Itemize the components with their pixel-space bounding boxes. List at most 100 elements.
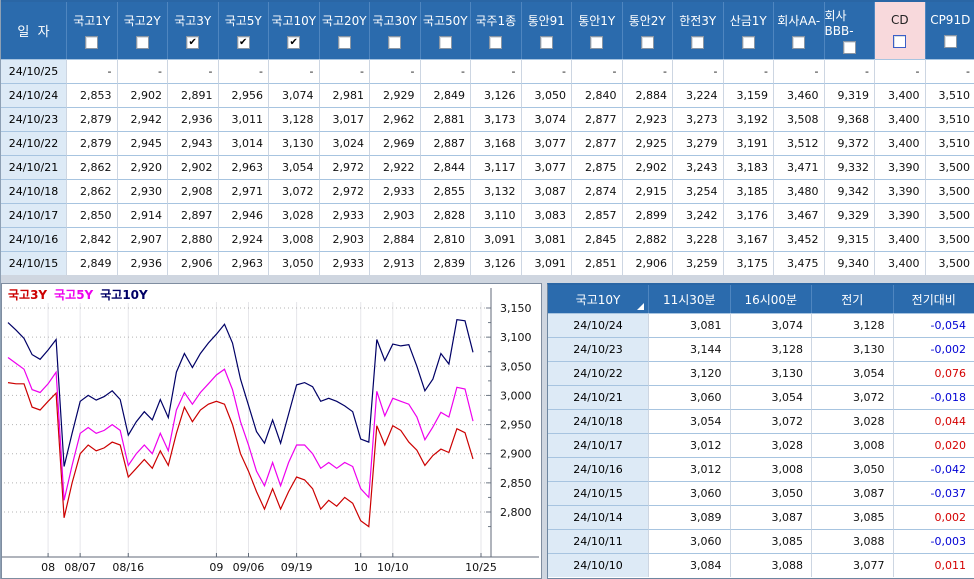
yield-cell: 2,855 — [419, 179, 470, 203]
yield-cell: - — [672, 59, 723, 83]
column-header-label: 국주1종 — [475, 14, 517, 28]
column-checkbox-국고2Y[interactable] — [135, 36, 149, 49]
yield-cell: - — [116, 59, 167, 83]
yield-cell: 2,881 — [419, 107, 470, 131]
column-checkbox-산금1Y[interactable] — [741, 36, 755, 49]
y-axis-label: 2,900 — [500, 448, 532, 461]
yield-cell: 3,130 — [268, 131, 319, 155]
intraday-column-header[interactable]: 11시30분 — [648, 285, 730, 313]
yield-cell: 3,400 — [874, 83, 925, 107]
legend-item-국고5Y: 국고5Y — [54, 288, 94, 302]
intraday-1600-cell: 3,088 — [729, 553, 811, 577]
column-checkbox-checked-icon[interactable]: ✔ — [236, 36, 250, 49]
column-checkbox-통안2Y[interactable] — [640, 36, 654, 49]
yield-cell: 3,400 — [874, 227, 925, 251]
yield-cell: 3,510 — [924, 107, 974, 131]
intraday-column-header[interactable]: 16시00분 — [729, 285, 811, 313]
yield-cell: 3,050 — [268, 251, 319, 275]
x-axis-label: 10/10 — [377, 561, 409, 574]
yield-cell: 2,922 — [369, 155, 420, 179]
yield-cell: 2,844 — [419, 155, 470, 179]
column-checkbox-국주1종[interactable] — [489, 36, 503, 49]
yield-cell: 3,390 — [874, 203, 925, 227]
yield-cell: - — [66, 59, 117, 83]
column-checkbox-국고30Y[interactable] — [388, 36, 402, 49]
column-checkbox-한전3Y[interactable] — [691, 36, 705, 49]
column-checkbox-CP91D[interactable] — [943, 35, 957, 48]
yield-cell: 2,840 — [571, 83, 622, 107]
column-header-CD: CD — [874, 2, 925, 59]
intraday-prev-cell: 3,128 — [811, 313, 893, 337]
column-header-통안1Y: 통안1Y — [571, 2, 622, 59]
yield-cell: 3,500 — [924, 203, 974, 227]
yield-cell: 3,050 — [520, 83, 571, 107]
column-checkbox-회사AA-[interactable] — [792, 36, 806, 49]
yield-cell: - — [874, 59, 925, 83]
intraday-1600-cell: 3,008 — [729, 457, 811, 481]
yield-cell: 2,908 — [167, 179, 218, 203]
yield-cell: 2,862 — [66, 155, 117, 179]
intraday-date-cell: 24/10/11 — [548, 529, 648, 553]
column-header-CP91D: CP91D — [924, 2, 974, 59]
column-checkbox-회사BBB-[interactable] — [842, 40, 856, 54]
intraday-1600-cell: 3,054 — [729, 385, 811, 409]
row-date-cell: 24/10/22 — [1, 131, 66, 155]
yield-cell: 3,500 — [924, 251, 974, 275]
x-axis-label: 09 — [209, 561, 223, 574]
column-header-국고5Y: 국고5Y ✔ — [217, 2, 268, 59]
yield-cell: - — [217, 59, 268, 83]
yield-cell: 3,500 — [924, 155, 974, 179]
column-checkbox-국고1Y[interactable] — [85, 36, 99, 49]
column-checkbox-통안91[interactable] — [539, 36, 553, 49]
intraday-column-header[interactable]: 전기대비 — [892, 285, 974, 313]
y-axis-label: 2,800 — [500, 506, 532, 519]
intraday-1130-cell: 3,012 — [648, 433, 730, 457]
column-header-label: 국고3Y — [174, 14, 212, 28]
intraday-change-cell: -0,003 — [892, 529, 974, 553]
yield-cell: - — [924, 59, 974, 83]
ktb10y-intraday-table: 국고10Y 11시30분 16시00분 전기 전기대비 24/10/24 3,081 3,07… — [547, 283, 974, 579]
intraday-prev-cell: 3,008 — [811, 433, 893, 457]
yield-cell: 3,467 — [773, 203, 824, 227]
intraday-1130-cell: 3,054 — [648, 409, 730, 433]
yield-cell: 2,897 — [167, 203, 218, 227]
yield-cell: - — [470, 59, 521, 83]
column-header-label: 통안2Y — [628, 14, 666, 28]
yield-cell: 3,024 — [318, 131, 369, 155]
intraday-1600-cell: 3,128 — [729, 337, 811, 361]
yield-cell: 3,475 — [773, 251, 824, 275]
intraday-change-cell: -0,002 — [892, 337, 974, 361]
yield-cell: 3,390 — [874, 179, 925, 203]
yield-cell: 2,810 — [419, 227, 470, 251]
yield-cell: 3,159 — [722, 83, 773, 107]
yield-cell: 9,340 — [823, 251, 874, 275]
yield-cell: 2,936 — [116, 251, 167, 275]
intraday-1600-cell: 3,028 — [729, 433, 811, 457]
column-checkbox-CD[interactable] — [893, 35, 907, 48]
yield-cell: 3,077 — [520, 155, 571, 179]
column-header-국고1Y: 국고1Y — [66, 2, 117, 59]
yield-cell: 3,400 — [874, 251, 925, 275]
yield-cell: - — [369, 59, 420, 83]
intraday-column-header[interactable]: 전기 — [811, 285, 893, 313]
sort-indicator-icon — [637, 303, 644, 310]
yield-cell: 2,884 — [369, 227, 420, 251]
column-checkbox-checked-icon[interactable]: ✔ — [287, 36, 301, 49]
column-checkbox-통안1Y[interactable] — [590, 36, 604, 49]
intraday-column-header[interactable]: 국고10Y — [548, 285, 648, 313]
intraday-1130-cell: 3,012 — [648, 457, 730, 481]
yield-cell: 2,862 — [66, 179, 117, 203]
column-header-label: CD — [890, 13, 909, 27]
column-checkbox-국고50Y[interactable] — [438, 36, 452, 49]
yield-cell: 2,877 — [571, 107, 622, 131]
yield-cell: 2,972 — [318, 155, 369, 179]
yield-cell: 2,882 — [621, 227, 672, 251]
yield-chart: 3,150 3,100 3,050 3,000 2,950 2,900 2,850 2,800… — [2, 288, 539, 574]
column-header-국고10Y: 국고10Y ✔ — [268, 2, 319, 59]
yield-cell: 2,879 — [66, 131, 117, 155]
column-checkbox-checked-icon[interactable]: ✔ — [186, 36, 200, 49]
y-axis-label: 3,050 — [500, 360, 532, 373]
row-date-cell: 24/10/17 — [1, 203, 66, 227]
column-checkbox-국고20Y[interactable] — [337, 36, 351, 49]
yield-cell: 3,074 — [268, 83, 319, 107]
